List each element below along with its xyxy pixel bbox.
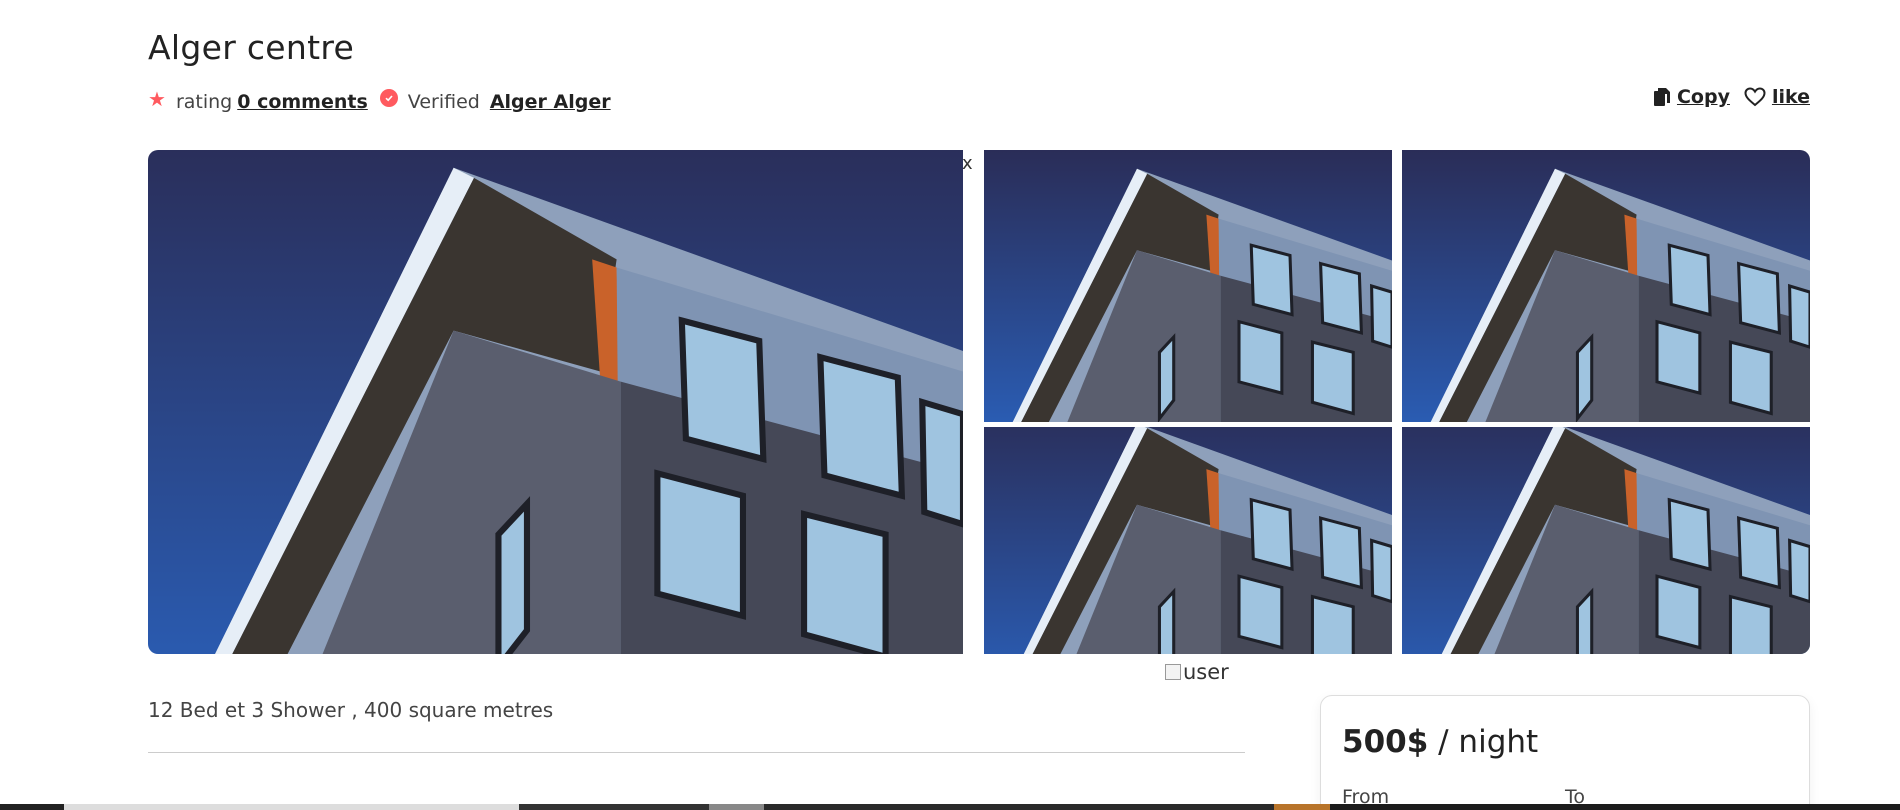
listing-page: Alger centre ★ rating 0 comments Verifie… — [0, 0, 1900, 810]
verified-label: Verified — [407, 91, 480, 113]
divider — [148, 752, 1245, 753]
like-button[interactable]: like — [1744, 86, 1810, 108]
host-link[interactable]: Alger Alger — [490, 91, 611, 113]
page-title: Alger centre — [148, 28, 355, 67]
gallery-main-photo[interactable] — [148, 150, 963, 654]
building-photo — [984, 427, 1392, 654]
like-label: like — [1771, 86, 1810, 108]
gallery-thumb-photo[interactable] — [984, 150, 1392, 422]
listing-actions: Copy like — [1639, 86, 1810, 108]
listing-meta: ★ rating 0 comments Verified Alger Alger — [148, 87, 611, 116]
rating-label: rating — [175, 91, 233, 113]
gallery-thumb-photo[interactable] — [1402, 150, 1810, 422]
building-photo — [1402, 150, 1810, 422]
price-unit: / night — [1428, 724, 1539, 760]
price-per-night: 500$ / night — [1342, 724, 1788, 760]
building-photo — [1402, 427, 1810, 654]
building-photo — [148, 150, 963, 654]
gallery-thumb-photo[interactable] — [1402, 427, 1810, 654]
copy-button[interactable]: Copy — [1653, 86, 1730, 108]
listing-details: 12 Bed et 3 Shower , 400 square metres — [148, 698, 554, 722]
broken-image-icon — [1165, 664, 1181, 680]
gallery-close-button[interactable]: x — [962, 155, 973, 173]
booking-card: 500$ / night From To — [1320, 695, 1810, 810]
user-avatar-alt: user — [1183, 660, 1229, 684]
building-photo — [984, 150, 1392, 422]
bottom-image-strip — [0, 804, 1900, 810]
copy-icon — [1653, 88, 1670, 106]
comments-link[interactable]: 0 comments — [237, 91, 368, 113]
heart-icon — [1744, 87, 1766, 107]
star-icon: ★ — [148, 87, 166, 111]
user-avatar-broken-image: user — [1165, 660, 1229, 684]
gallery-thumb-photo[interactable] — [984, 427, 1392, 654]
copy-label: Copy — [1676, 86, 1730, 108]
photo-gallery — [148, 150, 1810, 654]
price-amount: 500$ — [1342, 724, 1429, 760]
verified-check-icon — [379, 89, 398, 107]
